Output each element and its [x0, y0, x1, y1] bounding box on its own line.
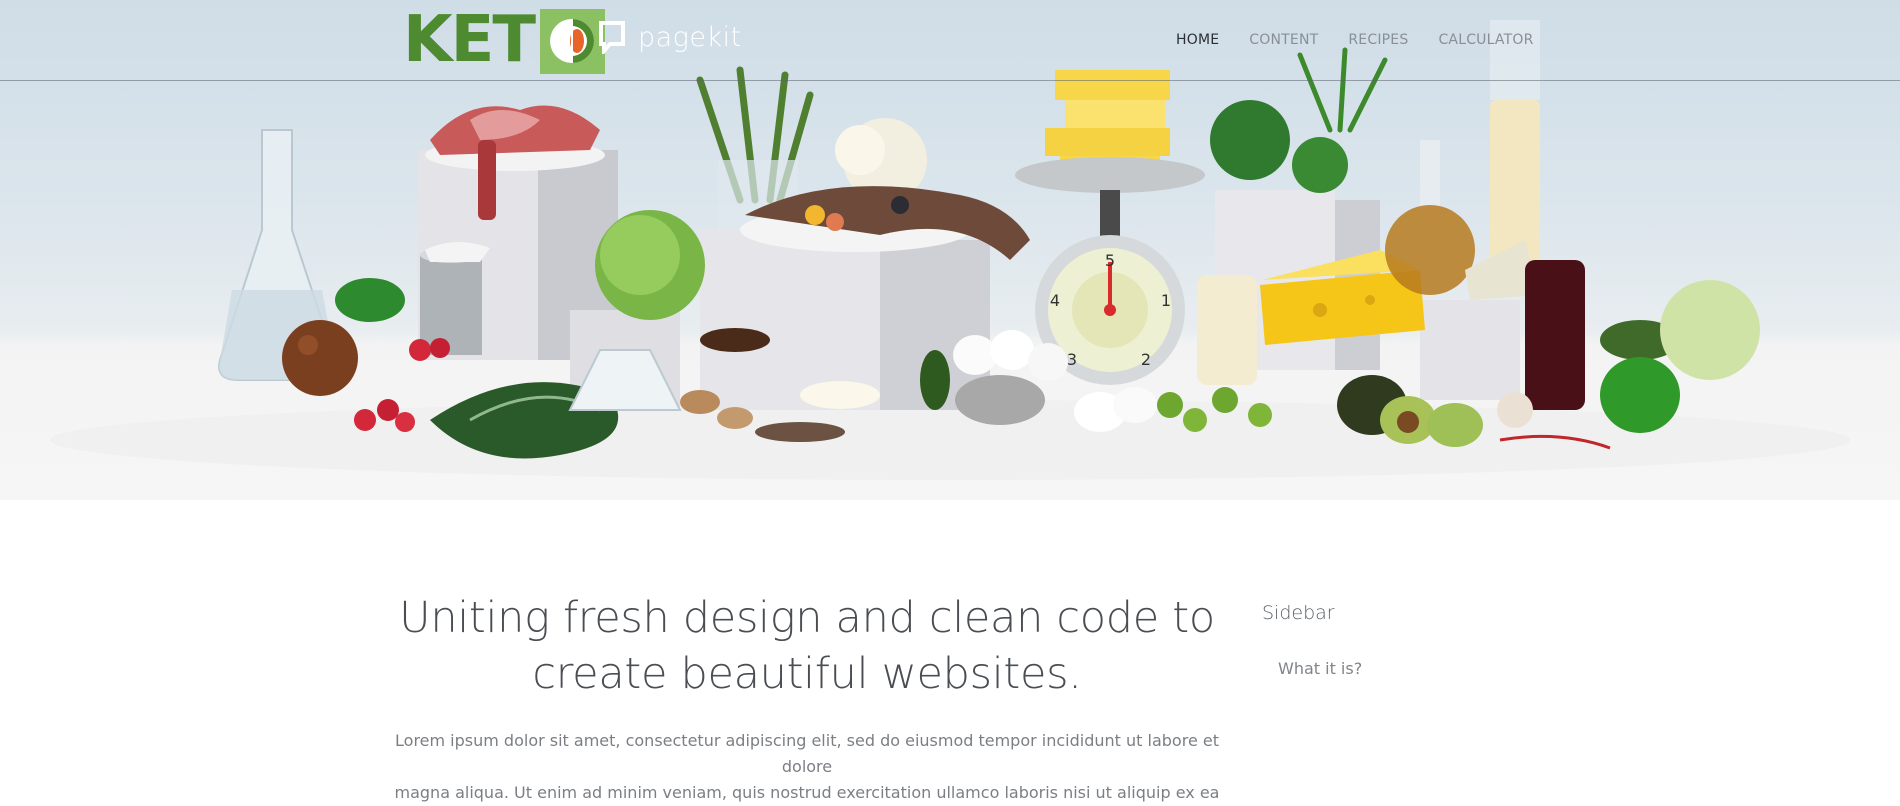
logo-o-icon: [539, 8, 605, 74]
lead-line-1: Lorem ipsum dolor sit amet, consectetur …: [395, 731, 1219, 776]
hero-food-image: 5 4 3 2 1: [50, 20, 1850, 480]
logo-o-icon: [550, 19, 595, 63]
nav-item-calculator[interactable]: CALCULATOR: [1438, 30, 1533, 50]
headline-line-1: Uniting fresh design and clean code to: [399, 593, 1215, 643]
scale-number: 3: [1067, 350, 1077, 369]
scale-number: 5: [1105, 251, 1115, 270]
lead-paragraph: Lorem ipsum dolor sit amet, consectetur …: [393, 728, 1221, 806]
nav-item-recipes[interactable]: RECIPES: [1348, 30, 1408, 50]
keto-logo[interactable]: KET: [403, 3, 605, 77]
pagekit-name: pagekit: [638, 21, 742, 53]
pagekit-brand[interactable]: pagekit: [598, 20, 742, 54]
nav-item-content[interactable]: CONTENT: [1249, 30, 1318, 50]
sidebar-link-what-it-is[interactable]: What it is?: [1278, 658, 1562, 680]
header-divider: [0, 80, 1900, 81]
scale-number: 2: [1141, 350, 1151, 369]
scale-number: 1: [1161, 291, 1171, 310]
main-navigation: HOME CONTENT RECIPES CALCULATOR: [1176, 30, 1564, 50]
main-content: Uniting fresh design and clean code to c…: [393, 590, 1221, 806]
headline-line-2: create beautiful websites.: [532, 649, 1082, 699]
nav-item-home[interactable]: HOME: [1176, 30, 1219, 50]
pagekit-logo-icon: [599, 21, 625, 54]
logo-text: KET: [403, 3, 536, 77]
scale-number: 4: [1050, 291, 1060, 310]
sidebar: Sidebar What it is?: [1262, 600, 1562, 680]
page-headline: Uniting fresh design and clean code to c…: [393, 590, 1221, 702]
lead-line-2: magna aliqua. Ut enim ad minim veniam, q…: [394, 783, 1220, 802]
sidebar-title: Sidebar: [1262, 602, 1335, 624]
hero-banner: 5 4 3 2 1: [0, 0, 1900, 500]
